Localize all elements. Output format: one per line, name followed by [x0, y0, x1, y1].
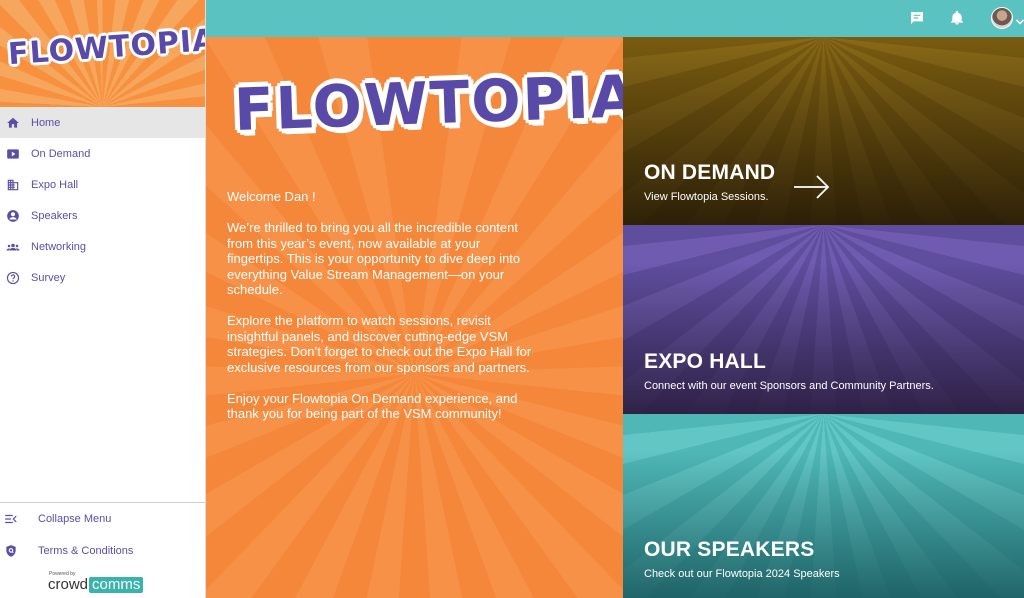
person-circle-icon: [6, 209, 20, 223]
sidebar-item-speakers[interactable]: Speakers: [0, 200, 205, 231]
sidebar-item-label: Home: [31, 116, 61, 129]
sidebar: FLOWTOPIA Home On Demand Expo Hall Speak…: [0, 0, 206, 598]
terms-conditions-link[interactable]: Terms & Conditions: [0, 535, 205, 567]
on-demand-card[interactable]: ON DEMAND View Flowtopia Sessions.: [623, 37, 1024, 225]
building-icon: [6, 178, 20, 192]
logo-text: FLOWTOPIA: [7, 22, 205, 73]
sidebar-item-home[interactable]: Home: [0, 107, 205, 138]
chevron-down-icon[interactable]: [1015, 14, 1024, 25]
sidebar-item-networking[interactable]: Networking: [0, 231, 205, 262]
sidebar-item-expo-hall[interactable]: Expo Hall: [0, 169, 205, 200]
on-demand-subtitle: View Flowtopia Sessions.: [644, 191, 769, 203]
welcome-paragraph-1: We’re thrilled to bring you all the incr…: [227, 220, 521, 297]
sidebar-item-label: Networking: [31, 240, 87, 253]
speakers-title: OUR SPEAKERS: [644, 538, 815, 561]
speakers-card[interactable]: OUR SPEAKERS Check out our Flowtopia 202…: [623, 414, 1024, 598]
top-bar: [206, 0, 1024, 37]
help-circle-icon: [6, 271, 20, 285]
home-icon: [6, 116, 20, 130]
collapse-menu-label: Collapse Menu: [38, 513, 112, 525]
play-video-icon: [6, 147, 20, 161]
arrow-right-icon[interactable]: [793, 174, 831, 200]
sidebar-item-survey[interactable]: Survey: [0, 262, 205, 293]
crowdcomms-logo: crowd comms: [48, 576, 144, 593]
welcome-paragraph-3: Enjoy your Flowtopia On Demand experienc…: [227, 390, 518, 422]
hero-logo: FLOWTOPIA: [232, 61, 623, 145]
sidebar-item-label: On Demand: [31, 147, 91, 160]
user-avatar[interactable]: [991, 7, 1013, 29]
chat-icon[interactable]: [909, 10, 925, 26]
bell-icon[interactable]: [949, 10, 965, 26]
welcome-greeting: Welcome Dan !: [227, 189, 316, 204]
welcome-message: Welcome Dan ! We’re thrilled to bring yo…: [227, 189, 537, 437]
welcome-panel: FLOWTOPIA Welcome Dan ! We’re thrilled t…: [206, 37, 623, 598]
welcome-paragraph-2: Explore the platform to watch sessions, …: [227, 313, 532, 375]
sidebar-nav: Home On Demand Expo Hall Speakers Networ…: [0, 107, 205, 293]
expo-hall-card[interactable]: EXPO HALL Connect with our event Sponsor…: [623, 225, 1024, 414]
sidebar-logo[interactable]: FLOWTOPIA: [0, 0, 205, 107]
expo-hall-title: EXPO HALL: [644, 350, 766, 373]
on-demand-title: ON DEMAND: [644, 161, 776, 184]
sidebar-item-label: Speakers: [31, 209, 78, 222]
collapse-menu-button[interactable]: Collapse Menu: [0, 503, 205, 535]
expo-hall-subtitle: Connect with our event Sponsors and Comm…: [644, 380, 934, 392]
sidebar-item-on-demand[interactable]: On Demand: [0, 138, 205, 169]
sidebar-item-label: Survey: [31, 271, 66, 284]
sidebar-footer: Collapse Menu Terms & Conditions: [0, 502, 205, 567]
group-icon: [6, 240, 20, 254]
powered-by-logo[interactable]: Powered by crowd comms: [48, 571, 144, 593]
shield-icon: [4, 544, 18, 558]
sidebar-item-label: Expo Hall: [31, 178, 79, 191]
crowdcomms-logo-left: crowd: [48, 576, 89, 593]
terms-conditions-label: Terms & Conditions: [38, 545, 134, 557]
crowdcomms-logo-right: comms: [89, 577, 144, 593]
speakers-subtitle: Check out our Flowtopia 2024 Speakers: [644, 568, 840, 580]
collapse-menu-icon: [4, 512, 18, 526]
